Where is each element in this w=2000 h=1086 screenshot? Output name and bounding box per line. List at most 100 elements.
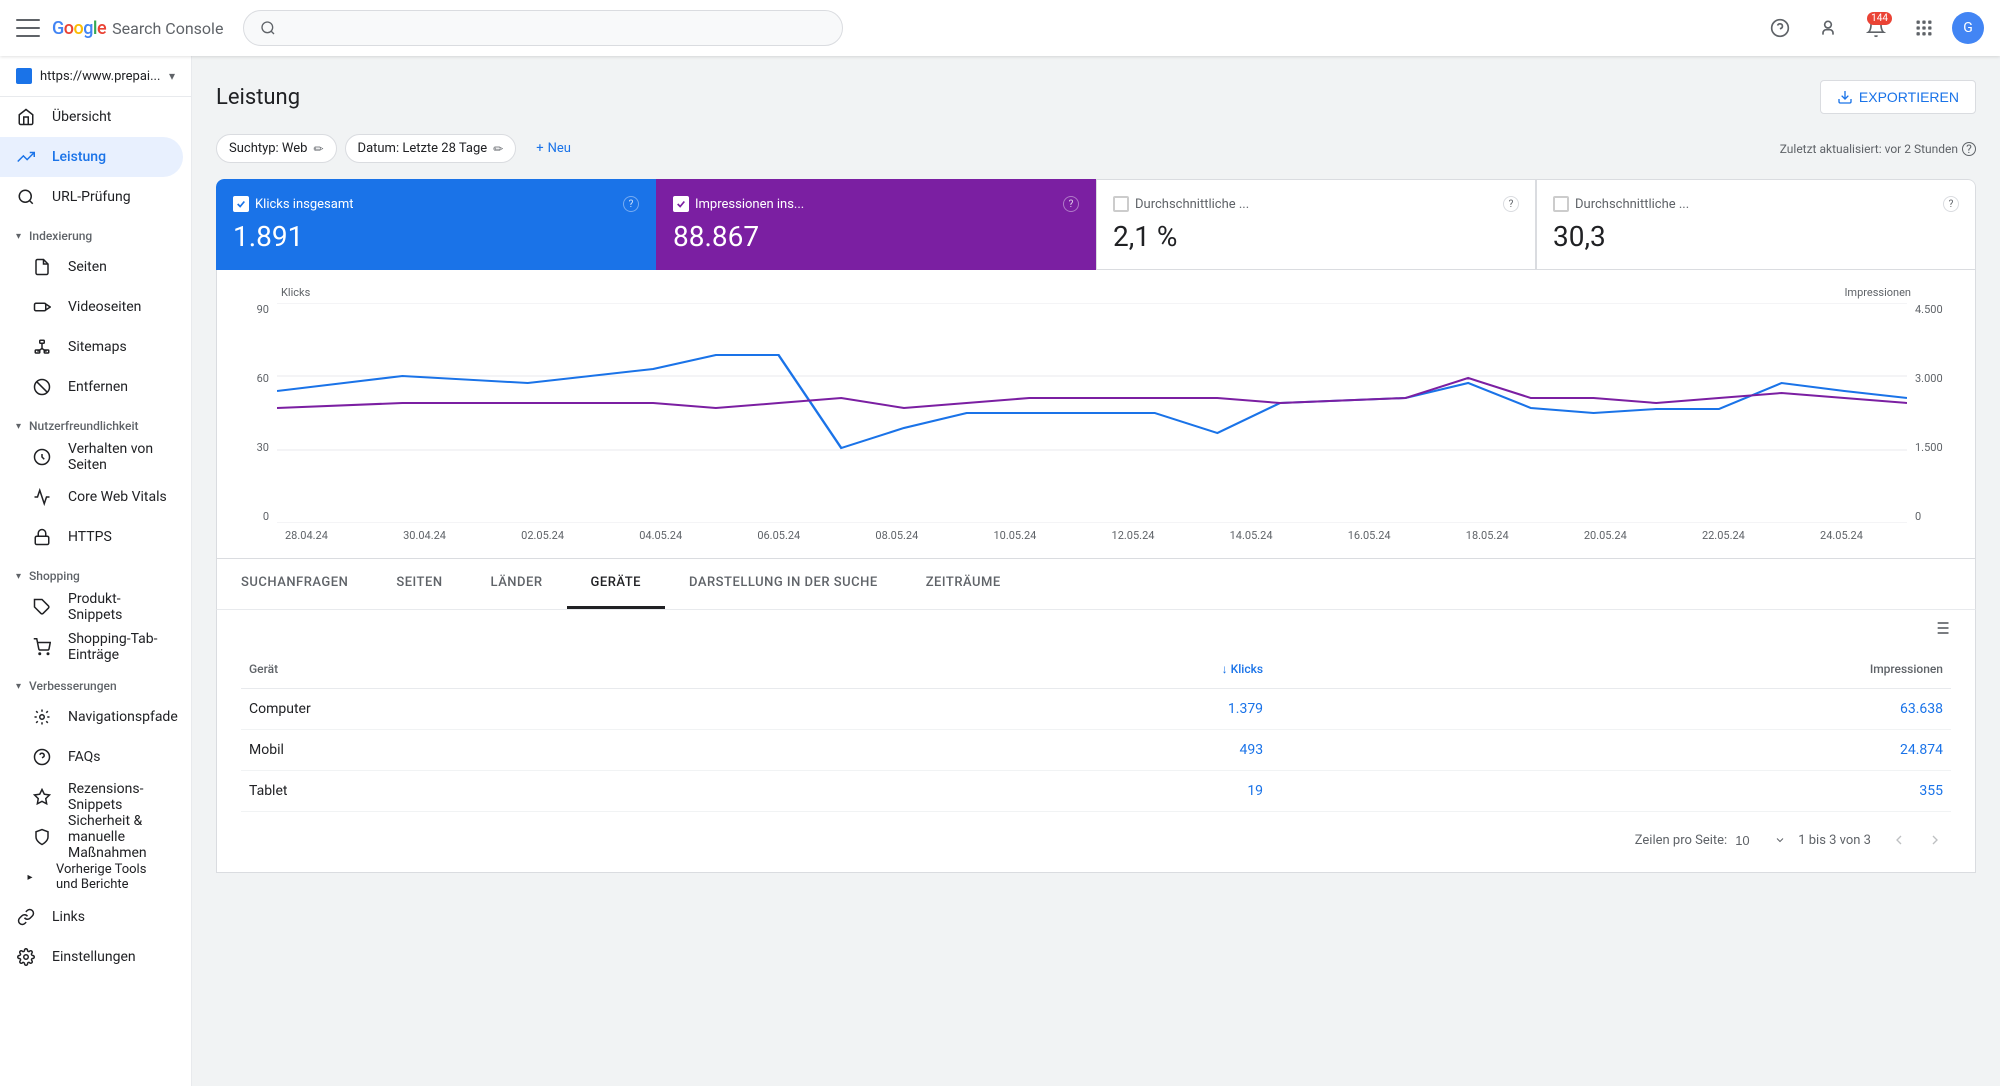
page-info: 1 bis 3 von 3 bbox=[1798, 833, 1871, 848]
app-logo: Google Search Console bbox=[52, 18, 223, 39]
sidebar-item-removals[interactable]: Entfernen bbox=[0, 367, 183, 407]
impressions-computer: 63.638 bbox=[1271, 689, 1951, 730]
user-avatar[interactable]: G bbox=[1952, 12, 1984, 44]
filter-icon bbox=[1931, 618, 1951, 638]
sidebar-item-product-snippets[interactable]: Produkt-Snippets bbox=[0, 587, 183, 627]
prev-page-button[interactable] bbox=[1883, 824, 1915, 856]
last-updated-text: Zuletzt aktualisiert: vor 2 Stunden bbox=[1780, 142, 1958, 156]
chart-x-labels: 28.04.24 30.04.24 02.05.24 04.05.24 06.0… bbox=[233, 529, 1959, 542]
metrics-row: Klicks insgesamt ? 1.891 Impressionen in… bbox=[216, 179, 1976, 270]
x-label-4: 06.05.24 bbox=[757, 529, 800, 542]
chart-container: Klicks Impressionen 90 60 30 0 bbox=[216, 270, 1976, 559]
sidebar-item-shopping-tab[interactable]: Shopping-Tab-Einträge bbox=[0, 627, 183, 667]
tab-search-appearance[interactable]: DARSTELLUNG IN DER SUCHE bbox=[665, 559, 902, 609]
sidebar-item-faqs[interactable]: FAQs bbox=[0, 737, 183, 777]
y-right-low: 1.500 bbox=[1915, 441, 1959, 454]
export-button[interactable]: EXPORTIEREN bbox=[1820, 80, 1976, 114]
last-updated-info-icon: ? bbox=[1962, 142, 1976, 156]
sidebar-item-cwv[interactable]: Core Web Vitals bbox=[0, 477, 183, 517]
experience-icon bbox=[32, 447, 52, 467]
sidebar-item-overview[interactable]: Übersicht bbox=[0, 97, 183, 137]
lock-icon bbox=[32, 527, 52, 547]
impressions-info-icon[interactable]: ? bbox=[1063, 196, 1079, 212]
position-info-icon[interactable]: ? bbox=[1943, 196, 1959, 212]
tab-pages[interactable]: SEITEN bbox=[372, 559, 466, 609]
clicks-info-icon[interactable]: ? bbox=[623, 196, 639, 212]
sidebar-item-https[interactable]: HTTPS bbox=[0, 517, 183, 557]
url-inspection-bar[interactable] bbox=[243, 10, 843, 46]
devices-table: Gerät ↓ Klicks Impressionen Computer bbox=[241, 650, 1951, 812]
metric-clicks-card[interactable]: Klicks insgesamt ? 1.891 bbox=[216, 179, 656, 270]
tabs-container: SUCHANFRAGEN SEITEN LÄNDER GERÄTE DARSTE… bbox=[216, 559, 1976, 610]
sidebar-item-review-snippets[interactable]: Rezensions-Snippets bbox=[0, 777, 183, 817]
chart-y-right-label: Impressionen bbox=[1844, 286, 1911, 299]
rows-select-chevron-icon bbox=[1774, 834, 1786, 846]
add-filter-plus-icon: + bbox=[536, 141, 543, 156]
sidebar-item-breadcrumbs[interactable]: Navigationspfade bbox=[0, 697, 183, 737]
url-input[interactable] bbox=[276, 20, 826, 36]
tab-devices[interactable]: GERÄTE bbox=[567, 559, 665, 609]
remove-icon bbox=[32, 377, 52, 397]
ctr-label: Durchschnittliche ... bbox=[1135, 197, 1249, 212]
position-checkbox[interactable] bbox=[1553, 196, 1569, 212]
y-right-max: 4.500 bbox=[1915, 303, 1959, 316]
impressions-checkbox[interactable] bbox=[673, 196, 689, 212]
section-ux[interactable]: ▾ Nutzerfreundlichkeit bbox=[0, 407, 191, 437]
sidebar-item-faqs-label: FAQs bbox=[68, 749, 101, 765]
home-icon bbox=[16, 107, 36, 127]
sidebar-item-removals-label: Entfernen bbox=[68, 379, 128, 395]
menu-icon[interactable] bbox=[16, 16, 40, 40]
sidebar-item-breadcrumbs-label: Navigationspfade bbox=[68, 709, 178, 725]
sidebar-item-page-experience[interactable]: Verhalten von Seiten bbox=[0, 437, 183, 477]
section-ux-label: Nutzerfreundlichkeit bbox=[29, 419, 138, 433]
section-shopping[interactable]: ▾ Shopping bbox=[0, 557, 191, 587]
notifications-button[interactable]: 144 bbox=[1856, 8, 1896, 48]
metric-position-card[interactable]: Durchschnittliche ... ? 30,3 bbox=[1536, 179, 1976, 270]
site-selector[interactable]: https://www.prepai... ▾ bbox=[0, 56, 191, 97]
rows-per-page-select[interactable]: 10 25 50 bbox=[1735, 833, 1766, 848]
col-clicks-label: Klicks bbox=[1231, 662, 1263, 676]
sidebar-item-performance[interactable]: Leistung bbox=[0, 137, 183, 177]
col-clicks[interactable]: ↓ Klicks bbox=[833, 650, 1271, 689]
tab-countries[interactable]: LÄNDER bbox=[467, 559, 567, 609]
search-type-filter[interactable]: Suchtyp: Web ✏ bbox=[216, 134, 337, 163]
sidebar: https://www.prepai... ▾ Übersicht Leistu… bbox=[0, 56, 192, 1086]
sort-down-icon: ↓ bbox=[1222, 662, 1228, 676]
tab-dates[interactable]: ZEITRÄUME bbox=[902, 559, 1025, 609]
section-improvements[interactable]: ▾ Verbesserungen bbox=[0, 667, 191, 697]
table-filter-button[interactable] bbox=[1931, 618, 1951, 642]
sidebar-item-url-inspection[interactable]: URL-Prüfung bbox=[0, 177, 183, 217]
clicks-checkbox[interactable] bbox=[233, 196, 249, 212]
sidebar-item-links[interactable]: Links bbox=[0, 897, 183, 937]
x-label-8: 14.05.24 bbox=[1230, 529, 1273, 542]
x-label-2: 02.05.24 bbox=[521, 529, 564, 542]
sidebar-item-legacy-tools[interactable]: ▸ Vorherige Tools und Berichte bbox=[0, 857, 183, 897]
link-icon bbox=[16, 907, 36, 927]
accounts-button[interactable] bbox=[1808, 8, 1848, 48]
metric-ctr-card[interactable]: Durchschnittliche ... ? 2,1 % bbox=[1096, 179, 1536, 270]
sidebar-item-sitemaps[interactable]: Sitemaps bbox=[0, 327, 183, 367]
metric-impressions-card[interactable]: Impressionen ins... ? 88.867 bbox=[656, 179, 1096, 270]
ctr-checkbox[interactable] bbox=[1113, 196, 1129, 212]
next-page-button[interactable] bbox=[1919, 824, 1951, 856]
sidebar-item-pages[interactable]: Seiten bbox=[0, 247, 183, 287]
col-impressions[interactable]: Impressionen bbox=[1271, 650, 1951, 689]
sidebar-item-video-pages[interactable]: Videoseiten bbox=[0, 287, 183, 327]
sidebar-item-security[interactable]: Sicherheit & manuelle Maßnahmen bbox=[0, 817, 183, 857]
x-label-5: 08.05.24 bbox=[875, 529, 918, 542]
date-range-filter[interactable]: Datum: Letzte 28 Tage ✏ bbox=[345, 134, 517, 163]
tab-queries[interactable]: SUCHANFRAGEN bbox=[217, 559, 372, 609]
table-row: Computer 1.379 63.638 bbox=[241, 689, 1951, 730]
x-label-9: 16.05.24 bbox=[1348, 529, 1391, 542]
add-filter-button[interactable]: + Neu bbox=[524, 135, 583, 162]
ctr-info-icon[interactable]: ? bbox=[1503, 196, 1519, 212]
impressions-mobile: 24.874 bbox=[1271, 730, 1951, 771]
apps-button[interactable] bbox=[1904, 8, 1944, 48]
accounts-icon bbox=[1818, 18, 1838, 38]
section-indexing[interactable]: ▾ Indexierung bbox=[0, 217, 191, 247]
help-button[interactable] bbox=[1760, 8, 1800, 48]
sidebar-item-settings[interactable]: Einstellungen bbox=[0, 937, 183, 977]
header-actions: 144 G bbox=[1760, 8, 1984, 48]
x-label-7: 12.05.24 bbox=[1112, 529, 1155, 542]
page-title: Leistung bbox=[216, 85, 300, 110]
